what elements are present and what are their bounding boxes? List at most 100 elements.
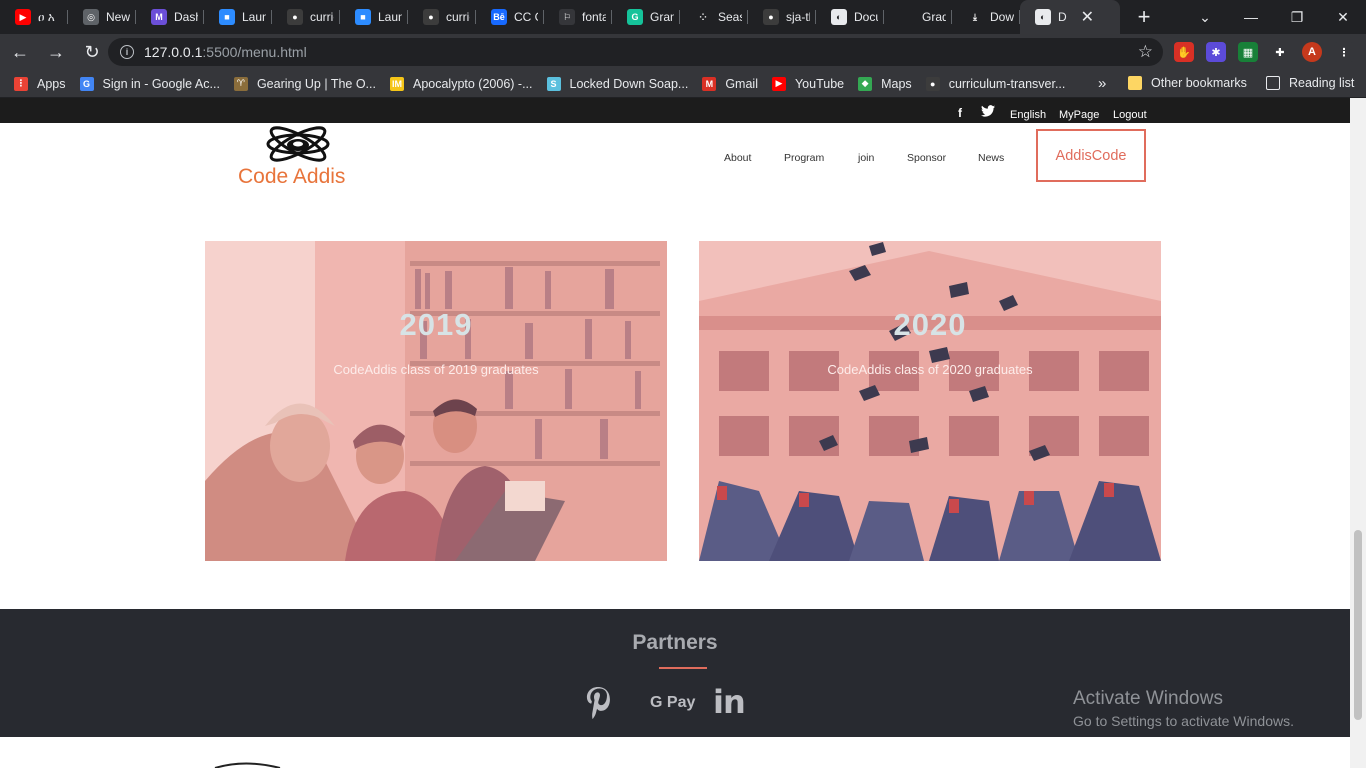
tab-favicon-icon: M	[151, 9, 167, 25]
adblock-icon[interactable]: ✋	[1174, 42, 1194, 62]
other-bookmarks-label: Other bookmarks	[1151, 76, 1247, 90]
browser-tab[interactable]: ● curric	[272, 0, 340, 34]
browser-tab[interactable]: ■ Laun	[340, 0, 408, 34]
pinterest-icon[interactable]	[586, 687, 612, 724]
browser-tab[interactable]: M Dash	[136, 0, 204, 34]
bookmark-favicon-icon: ◆	[858, 76, 873, 91]
forward-button[interactable]: →	[40, 36, 72, 68]
card-year: 2019	[399, 307, 473, 342]
bookmark-favicon-icon: IM	[389, 76, 404, 91]
nav-about[interactable]: About	[724, 152, 751, 164]
close-window-button[interactable]: ✕	[1320, 0, 1366, 34]
tab-favicon-icon: ●	[287, 9, 303, 25]
scrollbar-thumb[interactable]	[1354, 530, 1362, 720]
bookmark-favicon-icon: ●	[925, 76, 940, 91]
reading-list[interactable]: Reading list	[1266, 76, 1354, 90]
reload-button[interactable]: ↻	[76, 36, 108, 68]
bookmark-item[interactable]: M Gmail	[702, 76, 758, 91]
linkedin-icon[interactable]: in	[713, 683, 746, 721]
bookmark-item[interactable]: ⋮ Apps	[14, 76, 66, 91]
addiscode-button[interactable]: AddisCode	[1036, 129, 1146, 182]
site-logo[interactable]: Code Addis	[236, 123, 360, 191]
tab-favicon-icon: ▶	[15, 9, 31, 25]
card-year: 2020	[893, 307, 967, 342]
english-link[interactable]: English	[1010, 109, 1046, 121]
nav-join[interactable]: join	[858, 152, 874, 164]
tab-title: curric	[446, 10, 470, 24]
bookmarks-overflow-button[interactable]: »	[1098, 75, 1106, 92]
mypage-link[interactable]: MyPage	[1059, 109, 1099, 121]
browser-tab[interactable]: ◎ New	[68, 0, 136, 34]
tab-favicon-icon: ⚐	[559, 9, 575, 25]
tab-favicon-icon: ■	[355, 9, 371, 25]
browser-tab[interactable]: ⤓ Down	[952, 0, 1020, 34]
minimize-button[interactable]: —	[1228, 0, 1274, 34]
nav-news[interactable]: News	[978, 152, 1004, 164]
reading-list-label: Reading list	[1289, 76, 1355, 90]
tab-favicon-icon: ⤓	[967, 9, 983, 25]
bookmark-star-icon[interactable]: ☆	[1138, 42, 1153, 62]
arrow-left-icon: ←	[11, 41, 29, 62]
bookmark-item[interactable]: ▶ YouTube	[771, 76, 844, 91]
graduation-photo	[699, 241, 1161, 561]
bookmark-item[interactable]: ● curriculum-transver...	[925, 76, 1066, 91]
bookmark-favicon-icon: ♈	[233, 76, 248, 91]
page-scrollbar[interactable]	[1350, 98, 1366, 768]
watermark-line2: Go to Settings to activate Windows.	[1073, 713, 1294, 729]
gpay-icon[interactable]: G Pay	[650, 694, 695, 712]
browser-tab[interactable]: ◐ D ✕	[1020, 0, 1120, 34]
browser-tab[interactable]: ▶ ዐ አ	[0, 0, 68, 34]
bookmark-label: curriculum-transver...	[948, 76, 1066, 91]
browser-tab[interactable]: ⁘ Seas	[680, 0, 748, 34]
close-tab-icon[interactable]: ✕	[1081, 7, 1094, 27]
graduates-2019-card[interactable]: 2019 CodeAddis class of 2019 graduates	[205, 241, 667, 561]
new-tab-button[interactable]: +	[1132, 4, 1156, 30]
menu-icon[interactable]: ⋮	[1334, 42, 1354, 62]
twitter-icon[interactable]	[981, 105, 995, 120]
nav-sponsor[interactable]: Sponsor	[907, 152, 946, 164]
watermark-line1: Activate Windows	[1073, 688, 1223, 709]
logout-link[interactable]: Logout	[1113, 109, 1147, 121]
profile-avatar[interactable]: A	[1302, 42, 1322, 62]
browser-tab[interactable]: ■ Laun	[204, 0, 272, 34]
graduates-2020-card[interactable]: 2020 CodeAddis class of 2020 graduates	[699, 241, 1161, 561]
address-bar[interactable]: i 127.0.0.1 :5500/menu.html ☆	[108, 38, 1163, 66]
bookmark-favicon-icon: S	[546, 76, 561, 91]
nav-program[interactable]: Program	[784, 152, 824, 164]
toolbar: ← → ↻ i 127.0.0.1 :5500/menu.html ☆ ✋ ✱ ▦ ✚…	[0, 34, 1366, 70]
browser-tab[interactable]: ◐ Docu	[816, 0, 884, 34]
browser-tab[interactable]: ⚐ fonta	[544, 0, 612, 34]
browser-tab[interactable]: ● sja-th	[748, 0, 816, 34]
bookmark-item[interactable]: ♈ Gearing Up | The O...	[233, 76, 376, 91]
extension-purple-icon[interactable]: ✱	[1206, 42, 1226, 62]
other-bookmarks[interactable]: Other bookmarks	[1128, 76, 1247, 90]
bookmark-favicon-icon: G	[79, 76, 94, 91]
browser-tab[interactable]: ● curric	[408, 0, 476, 34]
back-button[interactable]: ←	[4, 36, 36, 68]
bookmark-item[interactable]: ◆ Maps	[858, 76, 912, 91]
bookmark-favicon-icon: ▶	[771, 76, 786, 91]
bookmark-item[interactable]: IM Apocalypto (2006) -...	[389, 76, 533, 91]
tab-favicon-icon	[899, 9, 915, 25]
restore-button[interactable]: ❐	[1274, 0, 1320, 34]
bookmark-item[interactable]: G Sign in - Google Ac...	[79, 76, 220, 91]
bookmark-favicon-icon: ⋮	[14, 76, 28, 91]
bookmark-label: Gearing Up | The O...	[256, 76, 376, 91]
page-viewport: f English MyPage Logout Code Addis About…	[0, 98, 1350, 768]
extension-badge-icon[interactable]: ▦	[1238, 42, 1258, 62]
tab-search-button[interactable]: ⌄	[1182, 0, 1228, 34]
tab-favicon-icon: ⁘	[695, 9, 711, 25]
puzzle-icon[interactable]: ✚	[1270, 42, 1290, 62]
browser-tab[interactable]: G Gram	[612, 0, 680, 34]
tab-strip: ▶ ዐ አ ◎ New M Dash ■ Laun ● curric ■ Laun ● curric Bē C…	[0, 0, 1366, 34]
facebook-icon[interactable]: f	[958, 106, 962, 120]
tab-title: CC G	[514, 10, 538, 24]
next-section-edge	[214, 762, 281, 768]
tab-favicon-icon: ◎	[83, 9, 99, 25]
bookmark-item[interactable]: S Locked Down Soap...	[546, 76, 688, 91]
reading-list-icon	[1266, 76, 1280, 90]
browser-tab[interactable]: Bē CC G	[476, 0, 544, 34]
site-info-icon[interactable]: i	[120, 45, 134, 59]
tab-favicon-icon: Bē	[491, 9, 507, 25]
browser-tab[interactable]: Grad	[884, 0, 952, 34]
